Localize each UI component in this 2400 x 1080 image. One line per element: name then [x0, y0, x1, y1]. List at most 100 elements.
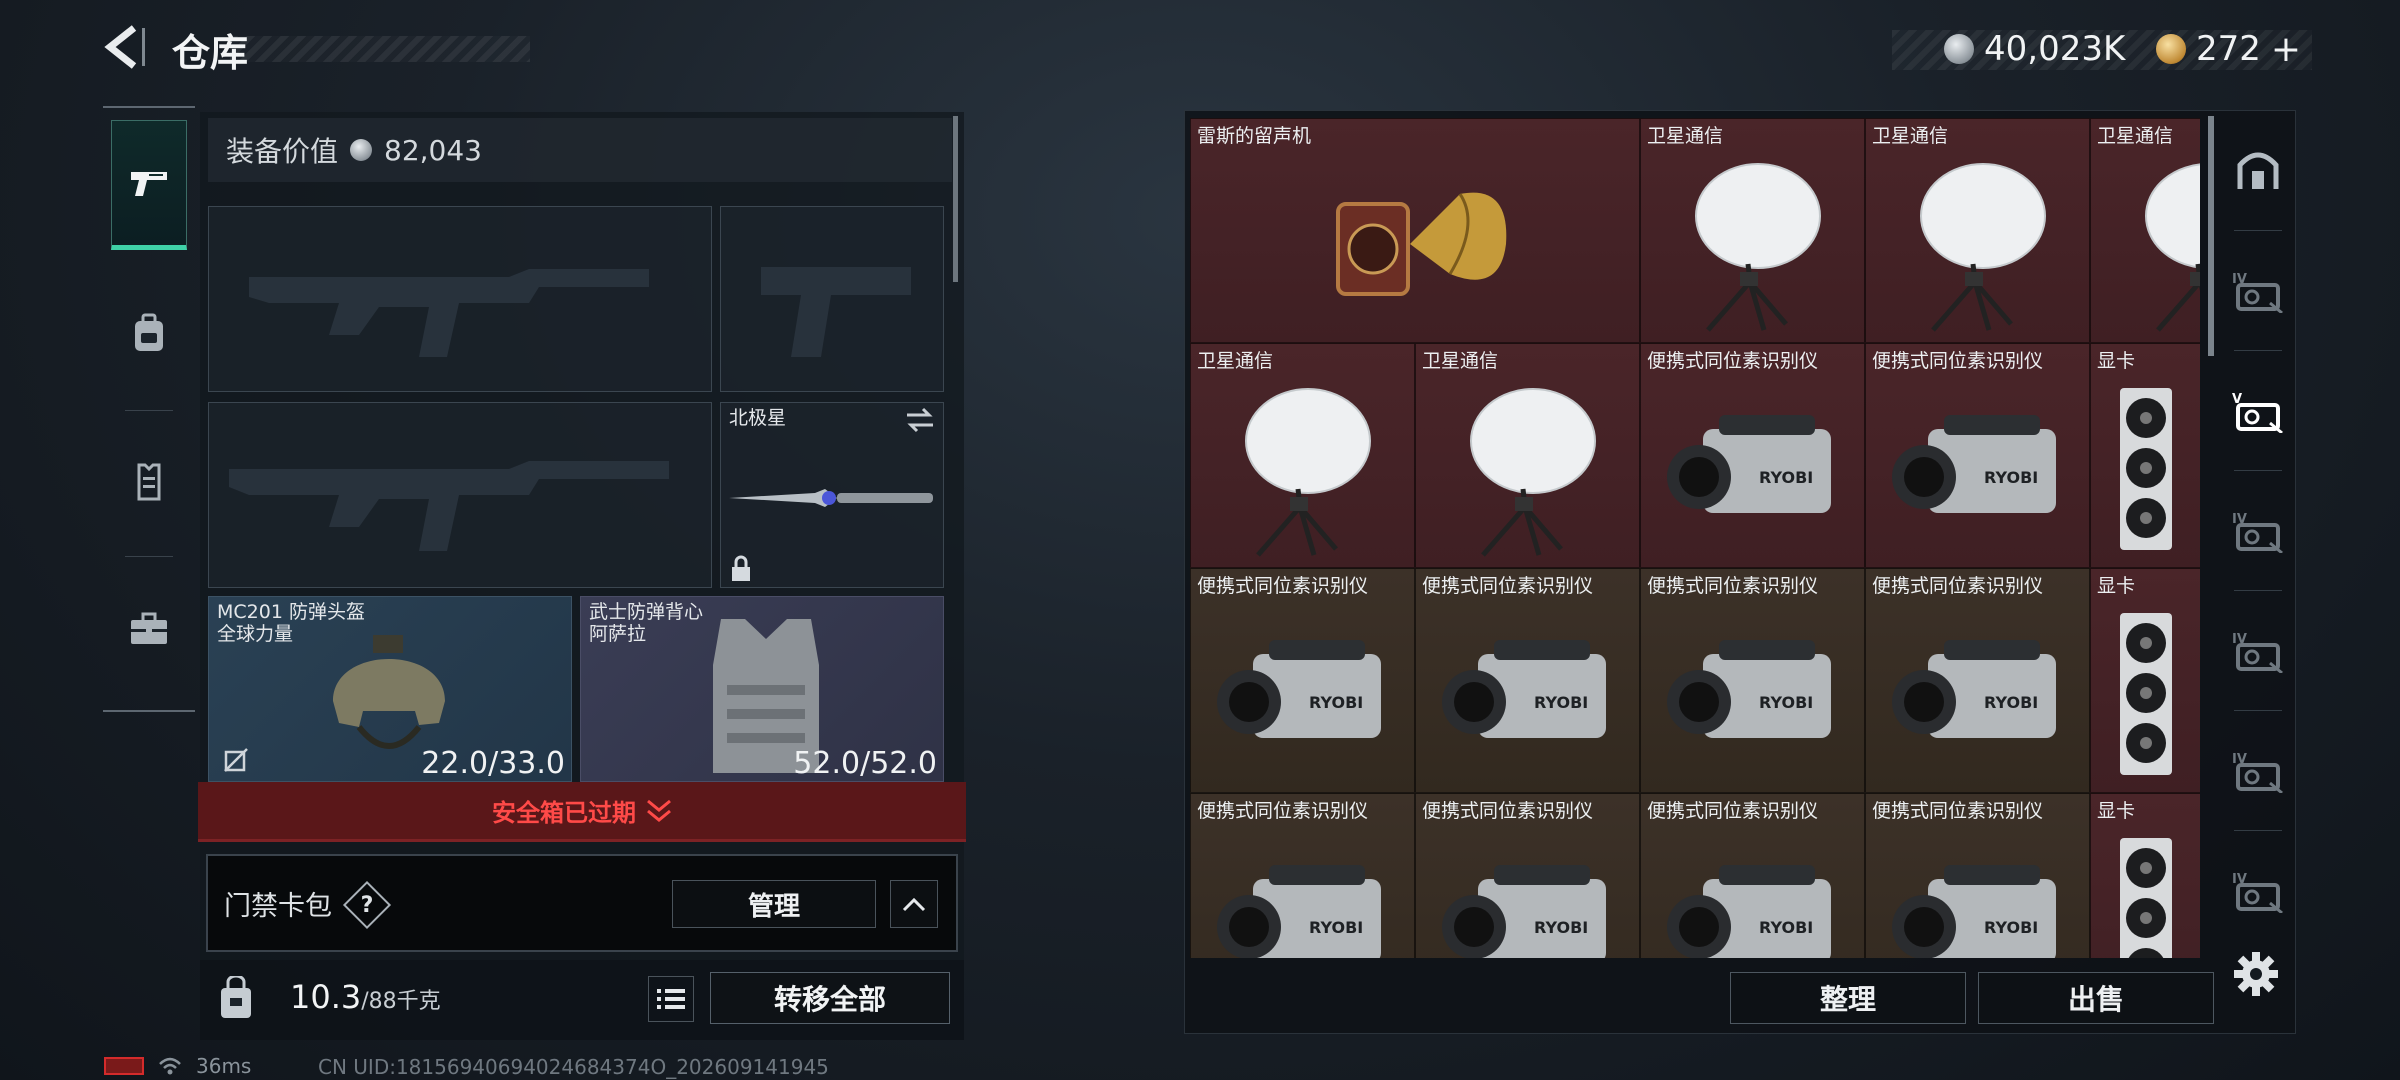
stash-item-satellite[interactable]: 卫星通信 — [1415, 343, 1640, 568]
vest-icon — [137, 463, 161, 501]
svg-text:RYOBI: RYOBI — [1309, 693, 1363, 712]
stash-item-art: RYOBI — [1641, 820, 1864, 958]
collapse-button[interactable] — [890, 880, 938, 928]
stash-item-art — [1866, 145, 2089, 342]
stash-item-gpu[interactable]: 显卡 — [2090, 568, 2200, 793]
storage-tab-1[interactable] — [2222, 116, 2294, 226]
stash-item-isotope[interactable]: 便携式同位素识别仪 RYOBI — [1640, 343, 1865, 568]
storage-tab-5[interactable]: IV — [2222, 596, 2294, 706]
equipment-scrollbar[interactable] — [953, 116, 958, 282]
satellite-dish-icon — [1694, 162, 1821, 332]
stash-item-satellite[interactable]: 卫星通信 — [1865, 118, 2090, 343]
add-gold-button[interactable]: + — [2271, 29, 2301, 70]
isotope-identifier-icon: RYOBI — [1441, 639, 1606, 738]
graphics-card-icon — [2120, 612, 2172, 775]
stash-item-label: 显卡 — [2097, 800, 2136, 822]
gear-icon[interactable] — [2232, 950, 2280, 998]
storage-tab-7[interactable]: IV — [2222, 836, 2294, 946]
stash-item-art — [1191, 145, 1639, 342]
isotope-identifier-icon: RYOBI — [1891, 864, 2056, 958]
tab-weapons[interactable] — [111, 120, 187, 250]
stash-item-art — [1416, 370, 1639, 567]
silver-coin-icon — [350, 139, 373, 161]
tab-toolbox[interactable] — [111, 564, 187, 694]
melee-slot[interactable]: 北极星 — [720, 402, 944, 588]
helmet-slot[interactable]: MC201 防弹头盔 全球力量 22.0/33.0 — [208, 596, 572, 782]
stash-item-art: RYOBI — [1866, 595, 2089, 792]
list-view-button[interactable] — [648, 976, 694, 1022]
back-button[interactable] — [100, 22, 150, 72]
storage-tab-divider — [2234, 830, 2282, 831]
isotope-identifier-icon: RYOBI — [1891, 639, 2056, 738]
stash-item-art — [2091, 145, 2200, 342]
help-question-mark: ? — [360, 892, 374, 918]
stash-item-isotope[interactable]: 便携式同位素识别仪 RYOBI — [1640, 793, 1865, 958]
satellite-dish-icon — [1919, 162, 2046, 332]
left-category-tabs — [103, 106, 195, 712]
helmet-icon — [333, 635, 445, 749]
helmet-brand: 全球力量 — [217, 623, 294, 645]
storage-tab-divider — [2234, 710, 2282, 711]
svg-text:RYOBI: RYOBI — [1759, 918, 1813, 937]
manage-button[interactable]: 管理 — [672, 880, 876, 928]
secondary-weapon-slot[interactable] — [720, 206, 944, 392]
tab-armor[interactable] — [111, 416, 187, 546]
silver-currency: 40,023K — [1944, 27, 2125, 71]
gold-coin-icon — [2156, 34, 2186, 64]
tidy-button[interactable]: 整理 — [1730, 972, 1966, 1024]
primary-weapon-slot[interactable] — [208, 206, 712, 392]
keycard-label: 门禁卡包 — [224, 891, 332, 922]
stash-item-label: 便携式同位素识别仪 — [1647, 800, 1819, 822]
isotope-identifier-icon: RYOBI — [1891, 414, 2056, 513]
stash-item-label: 卫星通信 — [1872, 125, 1949, 147]
stash-item-art — [2091, 370, 2200, 567]
battery-low-icon — [104, 1057, 144, 1075]
stash-item-label: 显卡 — [2097, 350, 2136, 372]
stash-item-art: RYOBI — [1416, 820, 1639, 958]
isotope-identifier-icon: RYOBI — [1216, 864, 1381, 958]
stash-item-gramophone[interactable]: 雷斯的留声机 — [1190, 118, 1640, 343]
swap-icon[interactable] — [905, 407, 935, 433]
stash-item-gpu[interactable]: 显卡 — [2090, 343, 2200, 568]
storage-tab-6[interactable]: IV — [2222, 716, 2294, 826]
satellite-dish-icon — [1244, 387, 1371, 557]
safe-box-expired-banner[interactable]: 安全箱已过期 — [198, 782, 966, 842]
page-title: 仓库 — [172, 31, 249, 75]
storage-tab-2[interactable]: IV — [2222, 236, 2294, 346]
tertiary-weapon-slot[interactable] — [208, 402, 712, 588]
sell-button[interactable]: 出售 — [1978, 972, 2214, 1024]
storage-iv-icon: IV — [2232, 272, 2283, 313]
stash-item-label: 卫星通信 — [1197, 350, 1274, 372]
storage-tab-3[interactable]: V — [2222, 356, 2294, 466]
stash-item-gpu[interactable]: 显卡 — [2090, 793, 2200, 958]
stash-item-art: RYOBI — [1191, 820, 1414, 958]
stash-item-label: 便携式同位素识别仪 — [1872, 800, 2044, 822]
no-repair-icon — [224, 748, 248, 772]
vest-slot[interactable]: 武士防弹背心 阿萨拉 52.0/52.0 — [580, 596, 944, 782]
stash-item-isotope[interactable]: 便携式同位素识别仪 RYOBI — [1415, 793, 1640, 958]
stash-item-isotope[interactable]: 便携式同位素识别仪 RYOBI — [1640, 568, 1865, 793]
stash-item-art: RYOBI — [1641, 370, 1864, 567]
stash-item-isotope[interactable]: 便携式同位素识别仪 RYOBI — [1190, 793, 1415, 958]
stash-item-satellite[interactable]: 卫星通信 — [2090, 118, 2200, 343]
stash-item-satellite[interactable]: 卫星通信 — [1190, 343, 1415, 568]
stash-item-label: 便携式同位素识别仪 — [1647, 575, 1819, 597]
transfer-all-button[interactable]: 转移全部 — [710, 972, 950, 1024]
graphics-card-icon — [2120, 387, 2172, 550]
isotope-identifier-icon: RYOBI — [1441, 864, 1606, 958]
stash-item-isotope[interactable]: 便携式同位素识别仪 RYOBI — [1865, 343, 2090, 568]
stash-item-satellite[interactable]: 卫星通信 — [1640, 118, 1865, 343]
stash-item-isotope[interactable]: 便携式同位素识别仪 RYOBI — [1415, 568, 1640, 793]
stash-scrollbar[interactable] — [2208, 116, 2214, 356]
stash-item-isotope[interactable]: 便携式同位素识别仪 RYOBI — [1865, 793, 2090, 958]
gold-currency[interactable]: 272 + — [2156, 27, 2301, 71]
stash-item-isotope[interactable]: 便携式同位素识别仪 RYOBI — [1190, 568, 1415, 793]
tab-backpack[interactable] — [111, 268, 187, 398]
storage-tab-4[interactable]: IV — [2222, 476, 2294, 586]
pistol-silhouette-icon — [761, 267, 911, 357]
toolbox-icon — [131, 612, 167, 644]
stash-item-isotope[interactable]: 便携式同位素识别仪 RYOBI — [1865, 568, 2090, 793]
stash-item-art: RYOBI — [1866, 820, 2089, 958]
chevron-double-down-icon — [647, 799, 671, 822]
isotope-identifier-icon: RYOBI — [1666, 864, 1831, 958]
